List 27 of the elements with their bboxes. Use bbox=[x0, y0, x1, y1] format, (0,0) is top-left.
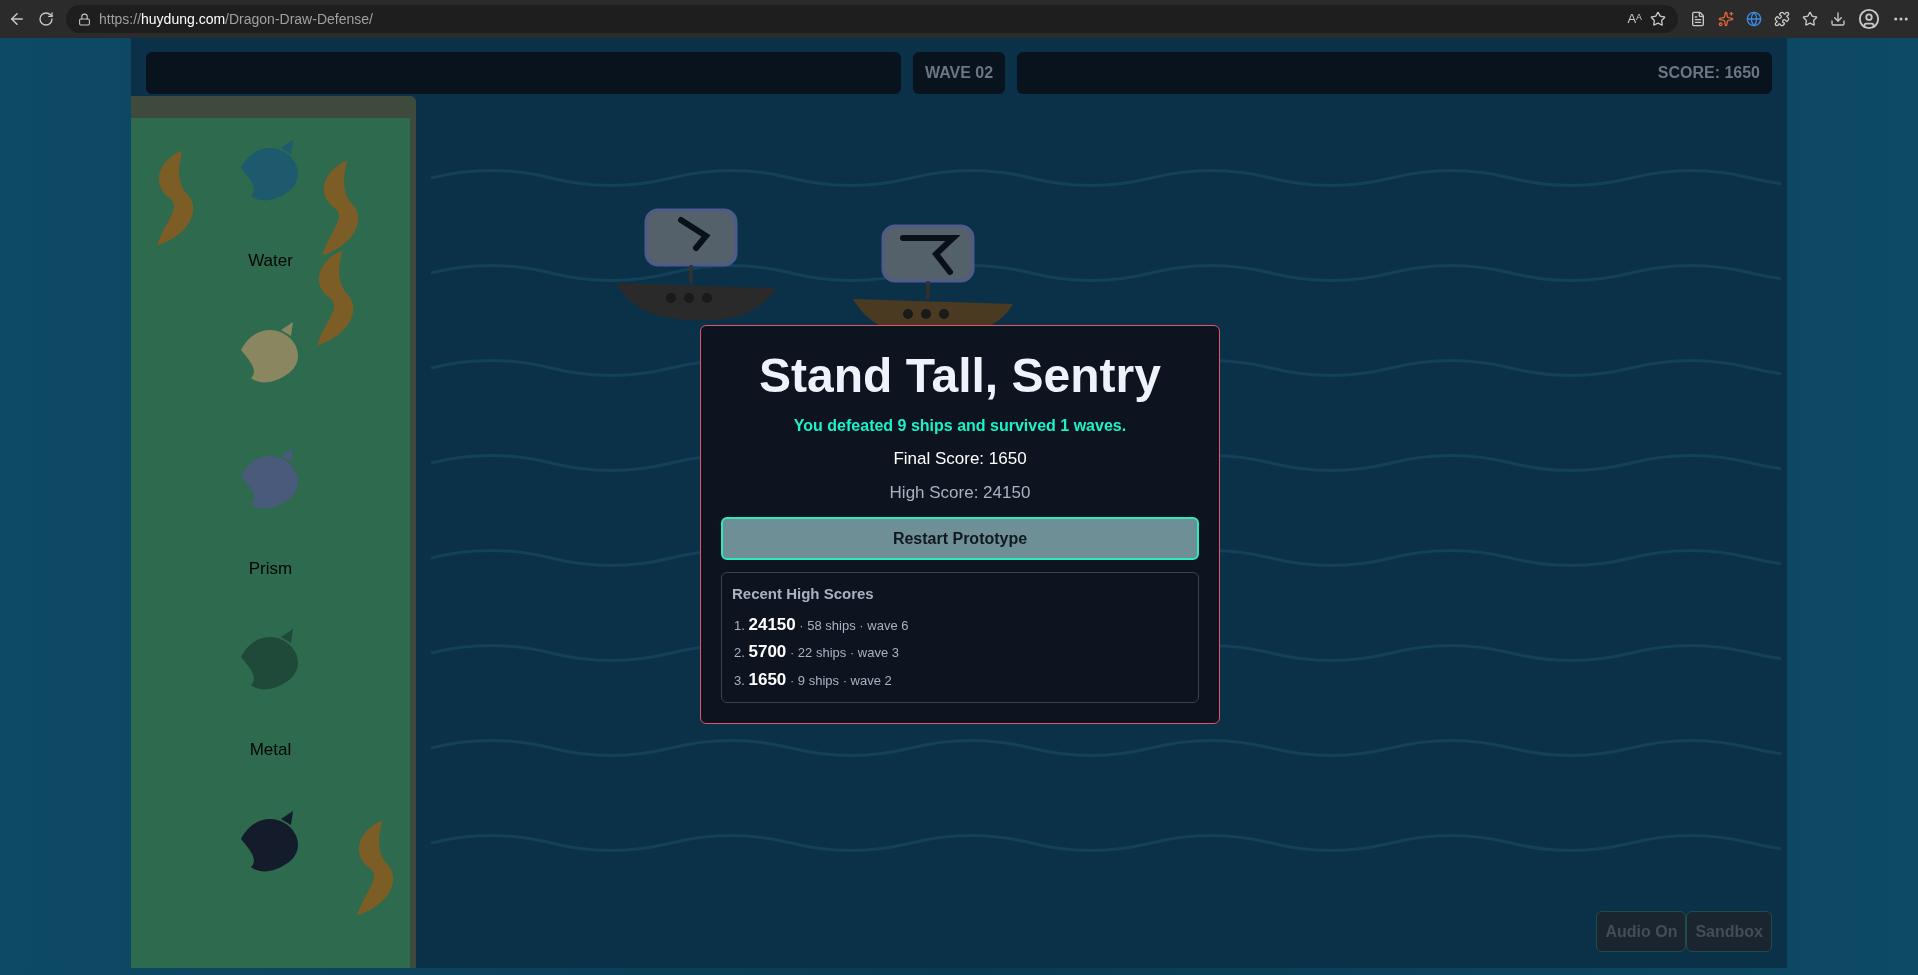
score-entry: 1. 24150 · 58 ships · wave 6 bbox=[733, 613, 910, 636]
summary-text: You defeated 9 ships and survived 1 waves. bbox=[793, 416, 1127, 436]
reload-icon[interactable] bbox=[38, 11, 54, 27]
sparkle-extension-icon[interactable] bbox=[1718, 11, 1734, 27]
dragon-label: Metal bbox=[249, 739, 292, 761]
globe-extension-icon[interactable] bbox=[1746, 11, 1762, 27]
recent-scores-title: Recent High Scores bbox=[732, 584, 875, 604]
address-bar[interactable]: https://huydung.com/Dragon-Draw-Defense/ Aᴬ bbox=[66, 5, 1678, 33]
restart-button[interactable]: Restart Prototype bbox=[721, 517, 1199, 560]
profile-avatar[interactable] bbox=[1858, 8, 1880, 30]
download-icon[interactable] bbox=[1830, 11, 1846, 27]
dragon-label: Prism bbox=[248, 557, 293, 580]
url-text: https://huydung.com/Dragon-Draw-Defense/ bbox=[99, 9, 374, 29]
score-display: SCORE: 1650 bbox=[1017, 52, 1772, 94]
extensions-icon[interactable] bbox=[1774, 11, 1790, 27]
score-entry: 3. 1650 · 9 ships · wave 2 bbox=[733, 668, 893, 691]
dialog-title: Stand Tall, Sentry bbox=[759, 348, 1161, 404]
favorites-icon[interactable] bbox=[1802, 11, 1818, 27]
read-aloud-icon[interactable]: Aᴬ bbox=[1627, 9, 1642, 29]
lock-icon bbox=[78, 12, 91, 26]
final-score: Final Score: 1650 bbox=[893, 448, 1027, 470]
score-entry: 2. 5700 · 22 ships · wave 3 bbox=[733, 641, 900, 663]
wave-counter: WAVE 02 bbox=[913, 52, 1005, 94]
dragon-label: Water bbox=[248, 250, 293, 272]
high-score: High Score: 24150 bbox=[889, 481, 1031, 504]
back-icon[interactable] bbox=[8, 10, 26, 28]
favorite-star-icon[interactable] bbox=[1650, 11, 1666, 27]
